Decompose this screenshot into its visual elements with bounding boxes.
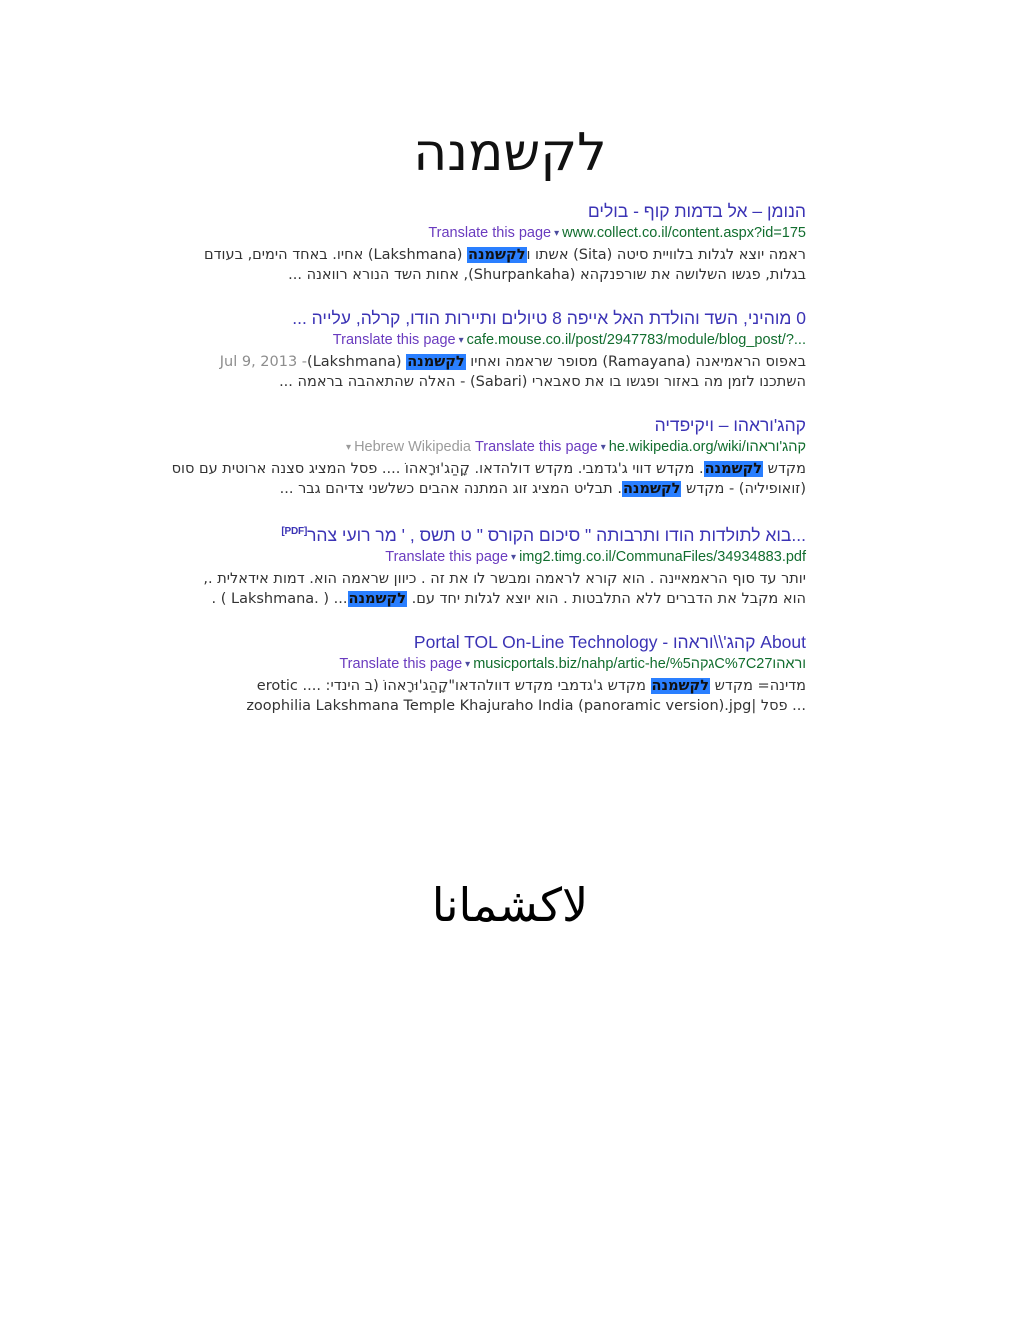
snippet-text-b: מקדש ג'גדמבי מקדש דוולהדאו"קָהַג'וּרָאהו…	[256, 677, 651, 694]
chevron-down-icon[interactable]: ▾	[465, 655, 470, 674]
snippet-text-a: באפוס הראמיאנה (Ramayana) מסופר שראמה וא…	[465, 354, 806, 370]
chevron-down-icon[interactable]: ▾	[346, 438, 351, 457]
snippet-text-b: . תבליט המציג זוג המתנה אהבים כשלשני צדי…	[279, 481, 622, 497]
translate-link[interactable]: Translate this page	[428, 224, 551, 243]
snippet-line: (זואופיליה) - מקדש לקשמנה. תבליט המציג ז…	[186, 479, 806, 499]
snippet-line: באפוס הראמיאנה (Ramayana) מסופר שראמה וא…	[186, 352, 806, 372]
snippet-text-a: מדינה= מקדש	[710, 677, 806, 694]
document-page: לקשמנה הנומן – אל בדמות קוף - בולים www.…	[0, 0, 1020, 1320]
result-url-line: www.collect.co.il/content.aspx?id=175▾Tr…	[186, 224, 806, 244]
result-snippet: באפוס הראמיאנה (Ramayana) מסופר שראמה וא…	[186, 352, 806, 392]
snippet-line: הוא מקבל את הדברים ללא התלבטות . הוא יוצ…	[186, 589, 806, 609]
result-url-line: img2.timg.co.il/CommunaFiles/34934883.pd…	[186, 548, 806, 568]
result-url-line: musicportals.biz/nahp/artic-he/%5גקהC%7C…	[186, 655, 806, 675]
snippet-date: Jul 9, 2013 -	[219, 354, 308, 370]
snippet-text-a: מקדש	[763, 461, 806, 477]
result-url[interactable]: www.collect.co.il/content.aspx?id=175	[562, 224, 806, 243]
result-title-link[interactable]: ...בוא לתולדות הודו ותרבותה " סיכום הקור…	[186, 521, 806, 546]
snippet-line: יותר עד סוף הראמאיינה . הוא קורא לראמה ו…	[203, 570, 806, 587]
snippet-line: ... פסל |zoophilia Lakshmana Temple Khaj…	[246, 697, 806, 714]
snippet-line: בגלות, פגשו השלושה את שורפנקהא (Shurpank…	[288, 267, 806, 283]
snippet-text-a: הוא מקבל את הדברים ללא התלבטות . הוא יוצ…	[406, 590, 806, 607]
result-url[interactable]: musicportals.biz/nahp/artic-he/%5גקהC%7C…	[473, 655, 806, 674]
snippet-text-a: ראמה יוצא לגלות בלוויית סיטה (Sita) אשתו…	[526, 247, 807, 263]
translate-link[interactable]: Translate this page	[333, 331, 456, 350]
search-result-item: קהג'וראהו – ויקיפדיה he.wikipedia.org/wi…	[172, 414, 806, 499]
result-snippet: מקדש לקשמנה. מקדש דווי ג'גדמבי. מקדש דול…	[172, 459, 806, 499]
snippet-highlight: לקשמנה	[650, 677, 711, 694]
snippet-highlight: לקשמנה	[621, 481, 682, 497]
snippet-text-b: . מקדש דווי ג'גדמבי. מקדש דולהדאו. קָהַג…	[171, 461, 704, 477]
chevron-down-icon[interactable]: ▾	[511, 548, 516, 567]
page-title-hebrew: לקשמנה	[413, 123, 607, 183]
result-title-link[interactable]: הנומן – אל בדמות קוף - בולים	[186, 200, 806, 222]
translate-link[interactable]: Translate this page	[385, 548, 508, 567]
result-title-link[interactable]: About קהג'\\וראהו - Portal TOL On-Line T…	[186, 631, 806, 653]
snippet-highlight: לקשמנה	[347, 590, 407, 607]
result-url[interactable]: cafe.mouse.co.il/post/2947783/module/blo…	[467, 331, 806, 350]
result-url-line: he.wikipedia.org/wiki/קהג'וראהו▾Translat…	[186, 438, 806, 458]
chevron-down-icon[interactable]: ▾	[554, 224, 559, 243]
search-result-item: About קהג'\\וראהו - Portal TOL On-Line T…	[186, 631, 806, 716]
snippet-highlight: לקשמנה	[467, 247, 527, 263]
snippet-text-b: . ( Lakshmana. ) ...	[211, 590, 348, 607]
result-url[interactable]: img2.timg.co.il/CommunaFiles/34934883.pd…	[519, 548, 806, 567]
search-result-item: 0 מוהיני, השד והולדת האל אייפה 8 טיולים …	[186, 307, 806, 392]
chevron-down-icon[interactable]: ▾	[459, 331, 464, 350]
search-result-item: ...בוא לתולדות הודו ותרבותה " סיכום הקור…	[186, 521, 806, 609]
search-results-list: הנומן – אל בדמות קוף - בולים www.collect…	[172, 200, 806, 738]
snippet-line: מקדש לקשמנה. מקדש דווי ג'גדמבי. מקדש דול…	[172, 459, 806, 479]
snippet-highlight: לקשמנה	[406, 354, 466, 370]
snippet-text-b: (Lakshmana) אחיו. באחד הימים, בעודם	[204, 247, 468, 263]
pdf-badge: [PDF]	[281, 526, 308, 537]
result-snippet: יותר עד סוף הראמאיינה . הוא קורא לראמה ו…	[186, 569, 806, 609]
page-title-arabic: لاكشمانا	[431, 878, 589, 932]
result-title-text: ...בוא לתולדות הודו ותרבותה " סיכום הקור…	[307, 524, 806, 545]
chevron-down-icon[interactable]: ▾	[601, 438, 606, 457]
result-title-link[interactable]: 0 מוהיני, השד והולדת האל אייפה 8 טיולים …	[186, 307, 806, 329]
result-url[interactable]: he.wikipedia.org/wiki/קהג'וראהו	[609, 438, 806, 457]
result-title-link[interactable]: קהג'וראהו – ויקיפדיה	[186, 414, 806, 436]
translate-link[interactable]: Translate this page	[475, 438, 598, 457]
snippet-line: ראמה יוצא לגלות בלוויית סיטה (Sita) אשתו…	[186, 245, 806, 265]
snippet-line: השתכנו לזמן מה באזור ופגשו בו את סאבארי …	[279, 374, 806, 390]
snippet-text-a: (זואופיליה) - מקדש	[681, 481, 806, 497]
snippet-text-b: (Lakshmana)	[307, 354, 407, 370]
snippet-line: מדינה= מקדש לקשמנה מקדש ג'גדמבי מקדש דוו…	[186, 676, 806, 696]
result-snippet: ראמה יוצא לגלות בלוויית סיטה (Sita) אשתו…	[186, 245, 806, 285]
search-result-item: הנומן – אל בדמות קוף - בולים www.collect…	[186, 200, 806, 285]
translate-link[interactable]: Translate this page	[339, 655, 462, 674]
result-site-label: Hebrew Wikipedia	[354, 439, 471, 455]
result-url-line: cafe.mouse.co.il/post/2947783/module/blo…	[186, 331, 806, 351]
snippet-highlight: לקשמנה	[703, 461, 764, 477]
result-snippet: מדינה= מקדש לקשמנה מקדש ג'גדמבי מקדש דוו…	[186, 676, 806, 716]
